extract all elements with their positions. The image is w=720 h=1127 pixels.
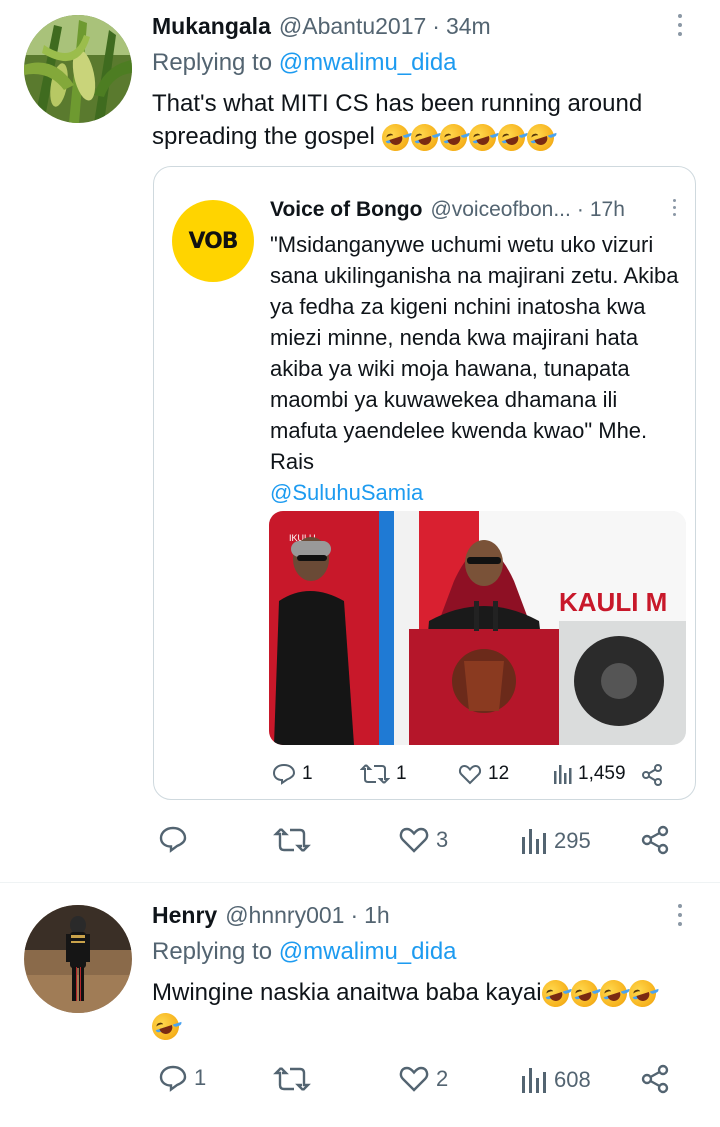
replying-label: Replying to bbox=[152, 938, 279, 965]
heart-icon bbox=[399, 827, 429, 853]
author-handle[interactable]: @Abantu2017 bbox=[279, 13, 426, 40]
more-options-icon[interactable] bbox=[676, 904, 684, 926]
tweet-header: Henry @hnnry001 · 1h bbox=[152, 902, 390, 929]
mention-link[interactable]: @SuluhuSamia bbox=[270, 477, 680, 508]
like-button[interactable]: 3 bbox=[398, 826, 448, 854]
reply-button[interactable] bbox=[158, 825, 194, 853]
rofl-emoji-icon bbox=[148, 1009, 183, 1044]
separator-dot: · bbox=[576, 198, 584, 221]
tweet-text-line: spreading the gospel bbox=[152, 123, 375, 150]
timestamp[interactable]: 1h bbox=[364, 902, 390, 929]
quoted-tweet-photo[interactable]: KAULI M IKULU bbox=[269, 511, 686, 745]
views-icon bbox=[554, 765, 572, 784]
rofl-emoji-icon bbox=[625, 976, 660, 1011]
quoted-author-name[interactable]: Voice of Bongo bbox=[270, 198, 422, 222]
quoted-retweet-count: 1 bbox=[396, 763, 407, 784]
views-icon bbox=[522, 829, 546, 854]
rofl-emoji-icon bbox=[407, 120, 442, 155]
quoted-reply-button[interactable]: 1 bbox=[272, 763, 313, 785]
vob-logo-avatar[interactable]: VOB bbox=[172, 200, 254, 282]
retweet-button[interactable] bbox=[273, 826, 317, 854]
media-sign-text: KAULI M bbox=[559, 587, 667, 617]
views-icon bbox=[522, 1068, 546, 1093]
replying-mention-link[interactable]: @mwalimu_dida bbox=[279, 49, 457, 76]
share-button[interactable] bbox=[640, 1064, 670, 1094]
rofl-emoji-icon bbox=[567, 976, 602, 1011]
timestamp[interactable]: 34m bbox=[446, 13, 491, 40]
quoted-views-count: 1,459 bbox=[578, 763, 626, 784]
like-button[interactable]: 2 bbox=[398, 1065, 448, 1093]
more-options-icon[interactable] bbox=[676, 14, 684, 36]
retweet-button[interactable] bbox=[273, 1065, 317, 1093]
tweet-mukangala[interactable]: Mukangala @Abantu2017 · 34m Replying to … bbox=[0, 0, 720, 882]
tweet-text: That's what MITI CS has been running aro… bbox=[152, 87, 692, 155]
quoted-author-handle[interactable]: @voiceofbon... bbox=[430, 198, 570, 222]
retweet-icon bbox=[360, 764, 390, 784]
replying-to: Replying to @mwalimu_dida bbox=[152, 49, 457, 77]
quoted-share-button[interactable] bbox=[640, 763, 664, 787]
reply-icon bbox=[272, 763, 296, 785]
rofl-emoji-group bbox=[378, 120, 558, 155]
reply-icon bbox=[159, 1065, 187, 1092]
rofl-emoji-icon bbox=[596, 976, 631, 1011]
rofl-emoji-group bbox=[538, 976, 660, 1011]
more-options-icon[interactable] bbox=[670, 199, 678, 216]
reply-count: 1 bbox=[194, 1065, 207, 1090]
tweet-text-line: Mwingine naskia anaitwa baba kayai bbox=[152, 979, 542, 1006]
heart-icon bbox=[458, 764, 482, 785]
tweet-text-line: That's what MITI CS has been running aro… bbox=[152, 90, 643, 117]
like-count: 3 bbox=[436, 827, 449, 852]
rofl-emoji-icon bbox=[523, 120, 558, 155]
share-icon bbox=[642, 764, 662, 786]
rofl-emoji-icon bbox=[465, 120, 500, 155]
retweet-icon bbox=[273, 828, 311, 852]
quoted-like-count: 12 bbox=[488, 763, 510, 784]
rofl-emoji-icon bbox=[378, 120, 413, 155]
retweet-icon bbox=[273, 1067, 311, 1091]
rofl-emoji-icon bbox=[538, 976, 573, 1011]
quoted-timestamp[interactable]: 17h bbox=[590, 198, 625, 222]
quoted-tweet-text: "Msidanganywe uchumi wetu uko vizuri san… bbox=[270, 229, 680, 508]
views-count: 608 bbox=[554, 1067, 591, 1092]
tweet-header: Mukangala @Abantu2017 · 34m bbox=[152, 13, 491, 40]
reply-icon bbox=[159, 826, 187, 853]
heart-icon bbox=[399, 1066, 429, 1092]
quoted-text-body: "Msidanganywe uchumi wetu uko vizuri san… bbox=[270, 232, 679, 474]
rofl-emoji-group bbox=[148, 1009, 183, 1044]
quoted-tweet-header: Voice of Bongo @voiceofbon... · 17h bbox=[270, 198, 625, 222]
quoted-views-button[interactable]: 1,459 bbox=[552, 763, 626, 785]
quoted-retweet-button[interactable]: 1 bbox=[360, 763, 407, 785]
rofl-emoji-icon bbox=[494, 120, 529, 155]
share-icon bbox=[641, 1064, 669, 1094]
tweet-text: Mwingine naskia anaitwa baba kayai bbox=[148, 976, 697, 1044]
replying-mention-link[interactable]: @mwalimu_dida bbox=[279, 938, 457, 965]
views-button[interactable]: 295 bbox=[520, 826, 591, 856]
like-count: 2 bbox=[436, 1066, 449, 1091]
author-name[interactable]: Henry bbox=[152, 902, 217, 929]
separator-dot: · bbox=[350, 902, 359, 928]
tweet-henry[interactable]: Henry @hnnry001 · 1h Replying to @mwalim… bbox=[0, 883, 720, 1127]
share-icon bbox=[641, 825, 669, 855]
guard-uniform-avatar[interactable] bbox=[24, 905, 132, 1013]
views-count: 295 bbox=[554, 828, 591, 853]
replying-to: Replying to @mwalimu_dida bbox=[152, 938, 457, 966]
views-button[interactable]: 608 bbox=[520, 1065, 591, 1095]
rofl-emoji-icon bbox=[436, 120, 471, 155]
quoted-like-button[interactable]: 12 bbox=[458, 763, 509, 785]
author-handle[interactable]: @hnnry001 bbox=[225, 902, 344, 929]
corn-field-avatar[interactable] bbox=[24, 15, 132, 123]
separator-dot: · bbox=[432, 13, 440, 39]
quoted-reply-count: 1 bbox=[302, 763, 313, 784]
reply-button[interactable]: 1 bbox=[158, 1064, 206, 1092]
share-button[interactable] bbox=[640, 825, 670, 855]
quoted-tweet[interactable]: VOB Voice of Bongo @voiceofbon... · 17h … bbox=[153, 166, 696, 800]
replying-label: Replying to bbox=[152, 49, 279, 76]
author-name[interactable]: Mukangala bbox=[152, 13, 271, 40]
